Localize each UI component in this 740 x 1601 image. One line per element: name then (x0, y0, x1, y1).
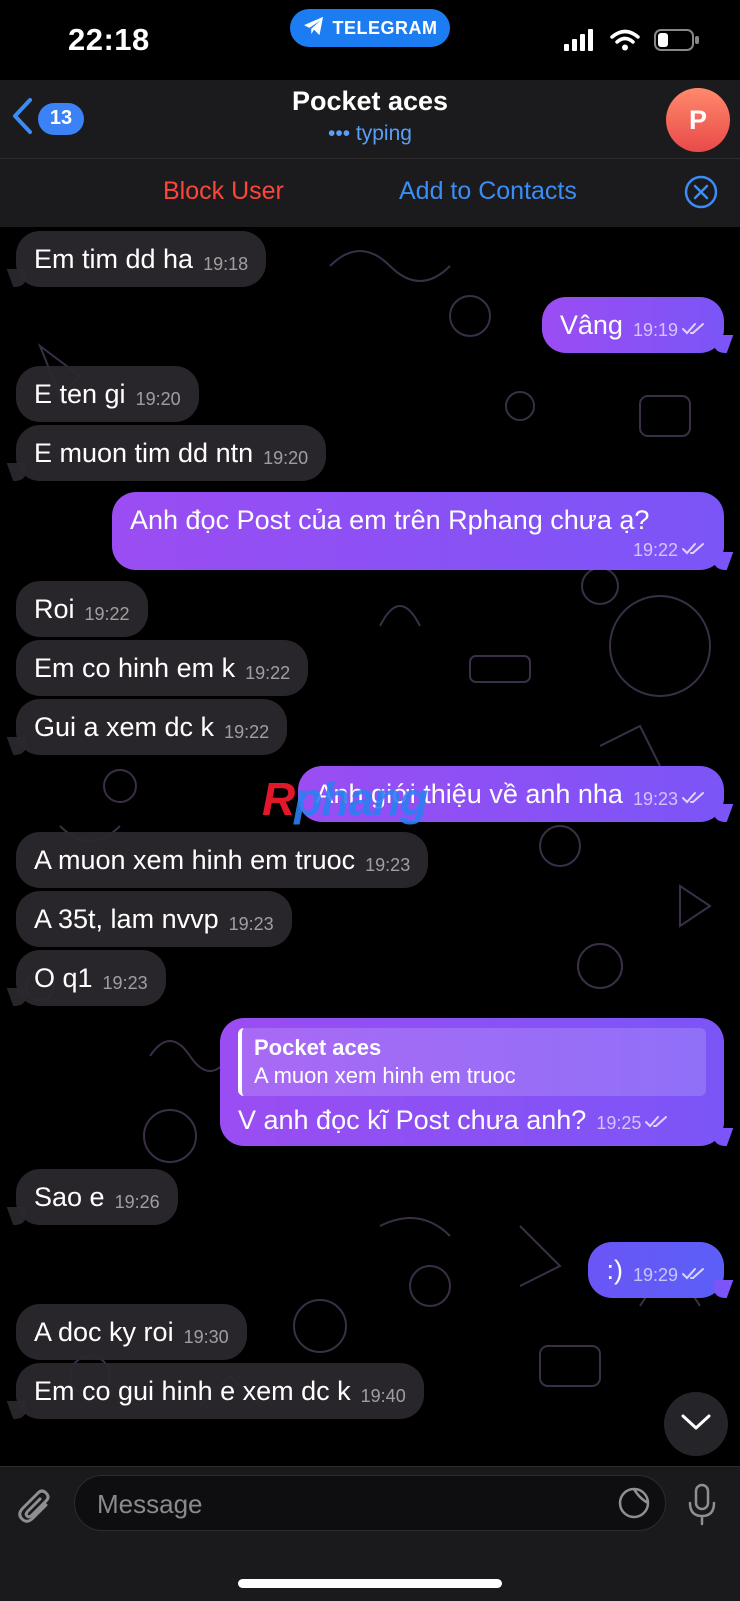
message-text: A 35t, lam nvvp (34, 904, 219, 934)
watermark-r: R (262, 773, 295, 825)
message-text: Sao e (34, 1182, 105, 1212)
message-time: 19:25 (596, 1113, 642, 1133)
message-text: O q1 (34, 963, 93, 993)
message-incoming[interactable]: A 35t, lam nvvp 19:23 (16, 891, 292, 947)
double-check-icon (682, 538, 706, 562)
message-incoming[interactable]: E muon tim dd ntn 19:20 (16, 425, 327, 481)
reply-text: A muon xem hinh em truoc (254, 1063, 516, 1088)
message-meta: 19:25 (596, 1108, 669, 1138)
avatar[interactable]: P (666, 88, 730, 152)
message-time: 19:20 (263, 448, 309, 468)
clock: 22:18 (68, 22, 150, 57)
wifi-icon (610, 29, 640, 56)
message-text: Gui a xem dc k (34, 712, 215, 742)
double-check-icon (682, 307, 706, 353)
message-text: Em co gui hinh e xem dc k (34, 1376, 351, 1406)
message-time: 19:22 (632, 540, 678, 560)
voice-message-button[interactable] (686, 1483, 718, 1532)
message-text: E muon tim dd ntn (34, 438, 254, 468)
double-check-icon (682, 1252, 706, 1298)
message-list[interactable]: Em tim dd ha 19:18 Vâng 19:19 E ten gi 1… (0, 226, 740, 1466)
message-incoming[interactable]: A muon xem hinh em truoc 19:23 (16, 832, 429, 888)
message-time: 19:19 (632, 320, 678, 340)
message-time: 19:22 (245, 663, 291, 683)
status-bar: 22:18 TELEGRAM (0, 0, 740, 80)
message-incoming[interactable]: Gui a xem dc k 19:22 (16, 699, 288, 755)
message-meta: 19:29 (633, 1252, 706, 1298)
composer-bar: Message (0, 1466, 740, 1601)
message-text: Vâng (559, 310, 623, 340)
message-input[interactable]: Message (74, 1475, 666, 1531)
message-time: 19:23 (365, 855, 411, 875)
message-incoming[interactable]: Sao e 19:26 (16, 1169, 178, 1225)
chat-title[interactable]: Pocket aces (0, 86, 740, 117)
message-incoming[interactable]: O q1 19:23 (16, 950, 166, 1006)
message-text: Em tim dd ha (34, 244, 194, 274)
sticker-button[interactable] (617, 1486, 651, 1525)
signal-icon (564, 29, 596, 56)
scroll-to-bottom-button[interactable] (664, 1392, 728, 1456)
app-pill-label: TELEGRAM (332, 17, 438, 38)
watermark-rest: phang (294, 773, 428, 825)
message-time: 19:20 (135, 389, 181, 409)
sticker-icon (617, 1487, 651, 1524)
message-outgoing[interactable]: :) 19:29 (588, 1242, 724, 1298)
message-incoming[interactable]: Em co hinh em k 19:22 (16, 640, 309, 696)
message-incoming[interactable]: A doc ky roi 19:30 (16, 1304, 247, 1360)
message-time: 19:26 (114, 1192, 160, 1212)
block-user-button[interactable]: Block User (163, 177, 284, 206)
microphone-icon (686, 1483, 718, 1531)
message-text: Roi (34, 594, 75, 624)
contact-action-bar: Block User Add to Contacts (0, 158, 740, 227)
message-meta: 19:19 (633, 307, 706, 353)
message-time: 19:29 (632, 1265, 678, 1285)
message-text: V anh đọc kĩ Post chưa anh? (238, 1105, 587, 1135)
avatar-initial: P (688, 104, 707, 135)
home-indicator[interactable] (238, 1579, 502, 1588)
message-incoming[interactable]: Em tim dd ha 19:18 (16, 231, 267, 287)
double-check-icon (682, 776, 706, 822)
chevron-down-icon (680, 1412, 712, 1437)
attach-button[interactable] (18, 1487, 54, 1532)
message-time: 19:30 (183, 1327, 229, 1347)
message-time: 19:23 (102, 973, 148, 993)
message-meta: 19:23 (633, 776, 706, 822)
watermark-logo: Rphang (262, 772, 428, 826)
message-text: :) (606, 1255, 623, 1285)
telegram-icon (303, 16, 325, 41)
message-time: 19:40 (360, 1386, 406, 1406)
add-to-contacts-button[interactable]: Add to Contacts (399, 177, 577, 206)
close-circle-icon (684, 175, 718, 213)
chat-header: 13 Pocket aces ••• typing P (0, 80, 740, 158)
message-incoming[interactable]: Em co gui hinh e xem dc k 19:40 (16, 1363, 424, 1419)
message-outgoing-reply[interactable]: Pocket aces A muon xem hinh em truoc V a… (220, 1018, 724, 1146)
message-time: 19:22 (224, 722, 270, 742)
paperclip-icon (18, 1489, 54, 1531)
dismiss-action-bar-button[interactable] (684, 175, 718, 214)
message-outgoing[interactable]: Vâng 19:19 (541, 297, 724, 353)
message-placeholder: Message (97, 1489, 203, 1519)
message-time: 19:18 (203, 254, 249, 274)
message-time: 19:22 (84, 604, 130, 624)
message-text: Anh đọc Post của em trên Rphang chưa ạ? (130, 505, 650, 535)
message-incoming[interactable]: Roi 19:22 (16, 581, 148, 637)
battery-icon (654, 28, 700, 57)
double-check-icon (645, 1108, 669, 1138)
reply-sender: Pocket aces (254, 1035, 382, 1060)
message-time: 19:23 (632, 789, 678, 809)
message-outgoing[interactable]: Anh đọc Post của em trên Rphang chưa ạ? … (112, 492, 724, 570)
message-text: A muon xem hinh em truoc (34, 845, 356, 875)
message-text: Em co hinh em k (34, 653, 236, 683)
message-incoming[interactable]: E ten gi 19:20 (16, 366, 199, 422)
status-icons (564, 28, 700, 57)
app-indicator-pill[interactable]: TELEGRAM (290, 9, 450, 47)
message-time: 19:23 (228, 914, 274, 934)
message-text: A doc ky roi (34, 1317, 174, 1347)
reply-quote[interactable]: Pocket aces A muon xem hinh em truoc (238, 1028, 706, 1096)
message-text: E ten gi (34, 379, 126, 409)
message-meta: 19:22 (130, 538, 706, 562)
typing-status: ••• typing (328, 122, 412, 145)
